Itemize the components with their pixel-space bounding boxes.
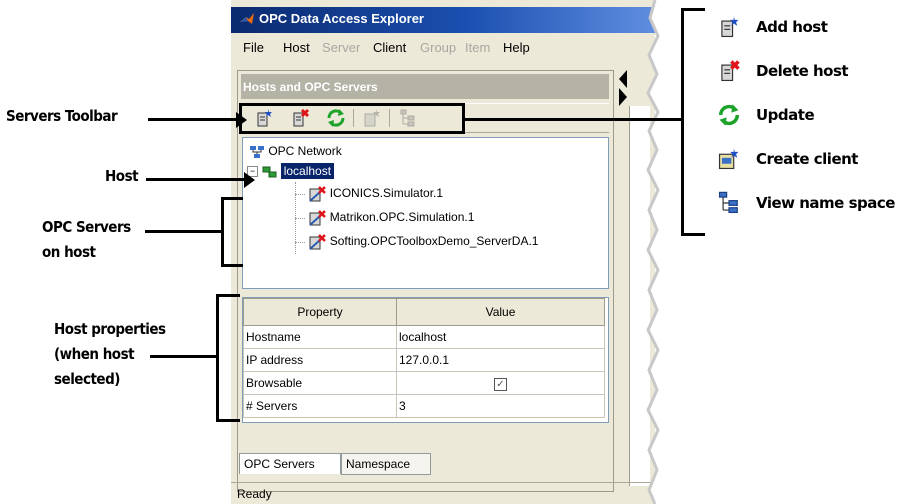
menu-file[interactable]: File	[243, 40, 264, 55]
callout-arrow	[148, 118, 240, 121]
server-error-icon	[309, 234, 327, 250]
tree-server-label: Softing.OPCToolboxDemo_ServerDA.1	[329, 234, 539, 249]
delete-host-icon	[721, 60, 740, 82]
tree-server[interactable]: Softing.OPCToolboxDemo_ServerDA.1	[295, 234, 538, 250]
callout-host-properties: Host properties	[54, 320, 166, 338]
property-name: IP address	[243, 348, 397, 372]
legend-connector	[465, 118, 681, 121]
callout-opc-servers: OPC Servers	[42, 218, 131, 236]
table-row: IP address 127.0.0.1	[243, 348, 605, 372]
property-name: Browsable	[243, 371, 397, 395]
legend-label: Update	[756, 106, 815, 124]
property-value: 3	[396, 394, 605, 418]
panel-title: Hosts and OPC Servers	[243, 80, 378, 94]
callout-host: Host	[105, 167, 139, 185]
callout-host-properties-3: selected)	[54, 370, 120, 388]
table-row: # Servers 3	[243, 394, 605, 418]
legend-label: Create client	[756, 150, 858, 168]
callout-host-properties-2: (when host	[54, 345, 135, 363]
browsable-checkbox[interactable]: ✓	[494, 377, 507, 391]
matlab-logo-icon	[240, 13, 254, 24]
callout-arrow	[145, 230, 223, 233]
create-client-icon	[718, 148, 739, 170]
torn-edge	[646, 0, 670, 504]
legend-bracket	[681, 8, 705, 236]
table-row: Hostname localhost	[243, 325, 605, 349]
host-icon	[262, 166, 277, 178]
status-bar: Ready	[231, 482, 655, 504]
tree-root[interactable]: OPC Network	[249, 144, 342, 159]
legend-label: Add host	[756, 18, 828, 36]
callout-opc-servers-2: on host	[42, 243, 96, 261]
title-bar: OPC Data Access Explorer	[231, 7, 655, 33]
window-title: OPC Data Access Explorer	[259, 11, 424, 26]
property-value: 127.0.0.1	[396, 348, 605, 372]
callout-arrow	[150, 355, 218, 358]
callout-arrow	[146, 178, 246, 181]
update-icon	[718, 104, 740, 126]
tab-opc-servers[interactable]: OPC Servers	[239, 453, 341, 474]
column-header-property[interactable]: Property	[243, 298, 397, 326]
server-error-icon	[309, 186, 327, 202]
view-namespace-icon	[718, 191, 738, 214]
callout-bracket	[221, 197, 243, 267]
tree-root-label: OPC Network	[268, 144, 342, 158]
tree-server-label: Matrikon.OPC.Simulation.1	[329, 210, 475, 225]
tree-host[interactable]: − localhost	[247, 163, 335, 179]
property-name: Hostname	[243, 325, 397, 349]
status-text: Ready	[237, 487, 272, 501]
panel-header: Hosts and OPC Servers	[241, 74, 609, 99]
property-name: # Servers	[243, 394, 397, 418]
server-tree: OPC Network − localhost ICONICS.Simulato…	[242, 137, 609, 289]
server-error-icon	[309, 210, 327, 226]
expand-arrow-icon[interactable]	[619, 88, 627, 106]
network-icon	[250, 145, 264, 158]
column-header-value[interactable]: Value	[396, 298, 605, 326]
menu-host[interactable]: Host	[283, 40, 310, 55]
tab-namespace[interactable]: Namespace	[341, 453, 431, 475]
arrowhead-icon	[244, 172, 255, 188]
legend-label: Delete host	[756, 62, 849, 80]
legend-label: View name space	[756, 194, 895, 212]
menu-client[interactable]: Client	[373, 40, 406, 55]
tree-host-label: localhost	[280, 163, 335, 179]
opc-explorer-window: OPC Data Access Explorer File Host Serve…	[231, 0, 655, 504]
tree-server-label: ICONICS.Simulator.1	[329, 186, 444, 201]
table-row: Browsable ✓	[243, 371, 605, 395]
property-value: ✓	[396, 371, 605, 395]
collapse-arrow-icon[interactable]	[619, 70, 627, 88]
tab-namespace-label: Namespace	[346, 457, 411, 471]
menu-bar: File Host Server Client Group Item Help	[231, 36, 655, 60]
menu-server[interactable]: Server	[322, 40, 360, 55]
menu-item[interactable]: Item	[465, 40, 490, 55]
toolbar-highlight	[239, 103, 465, 134]
add-host-icon	[721, 16, 739, 38]
toolbar-legend: Add host Delete host Update Create clien…	[716, 14, 901, 224]
property-value: localhost	[396, 325, 605, 349]
menu-help[interactable]: Help	[503, 40, 530, 55]
tab-opc-servers-label: OPC Servers	[244, 457, 315, 471]
tree-server[interactable]: ICONICS.Simulator.1	[295, 186, 443, 202]
tree-server[interactable]: Matrikon.OPC.Simulation.1	[295, 210, 474, 226]
callout-servers-toolbar: Servers Toolbar	[6, 107, 118, 125]
host-properties-table: Property Value Hostname localhost IP add…	[242, 297, 609, 423]
menu-group[interactable]: Group	[420, 40, 456, 55]
callout-bracket	[216, 294, 240, 422]
